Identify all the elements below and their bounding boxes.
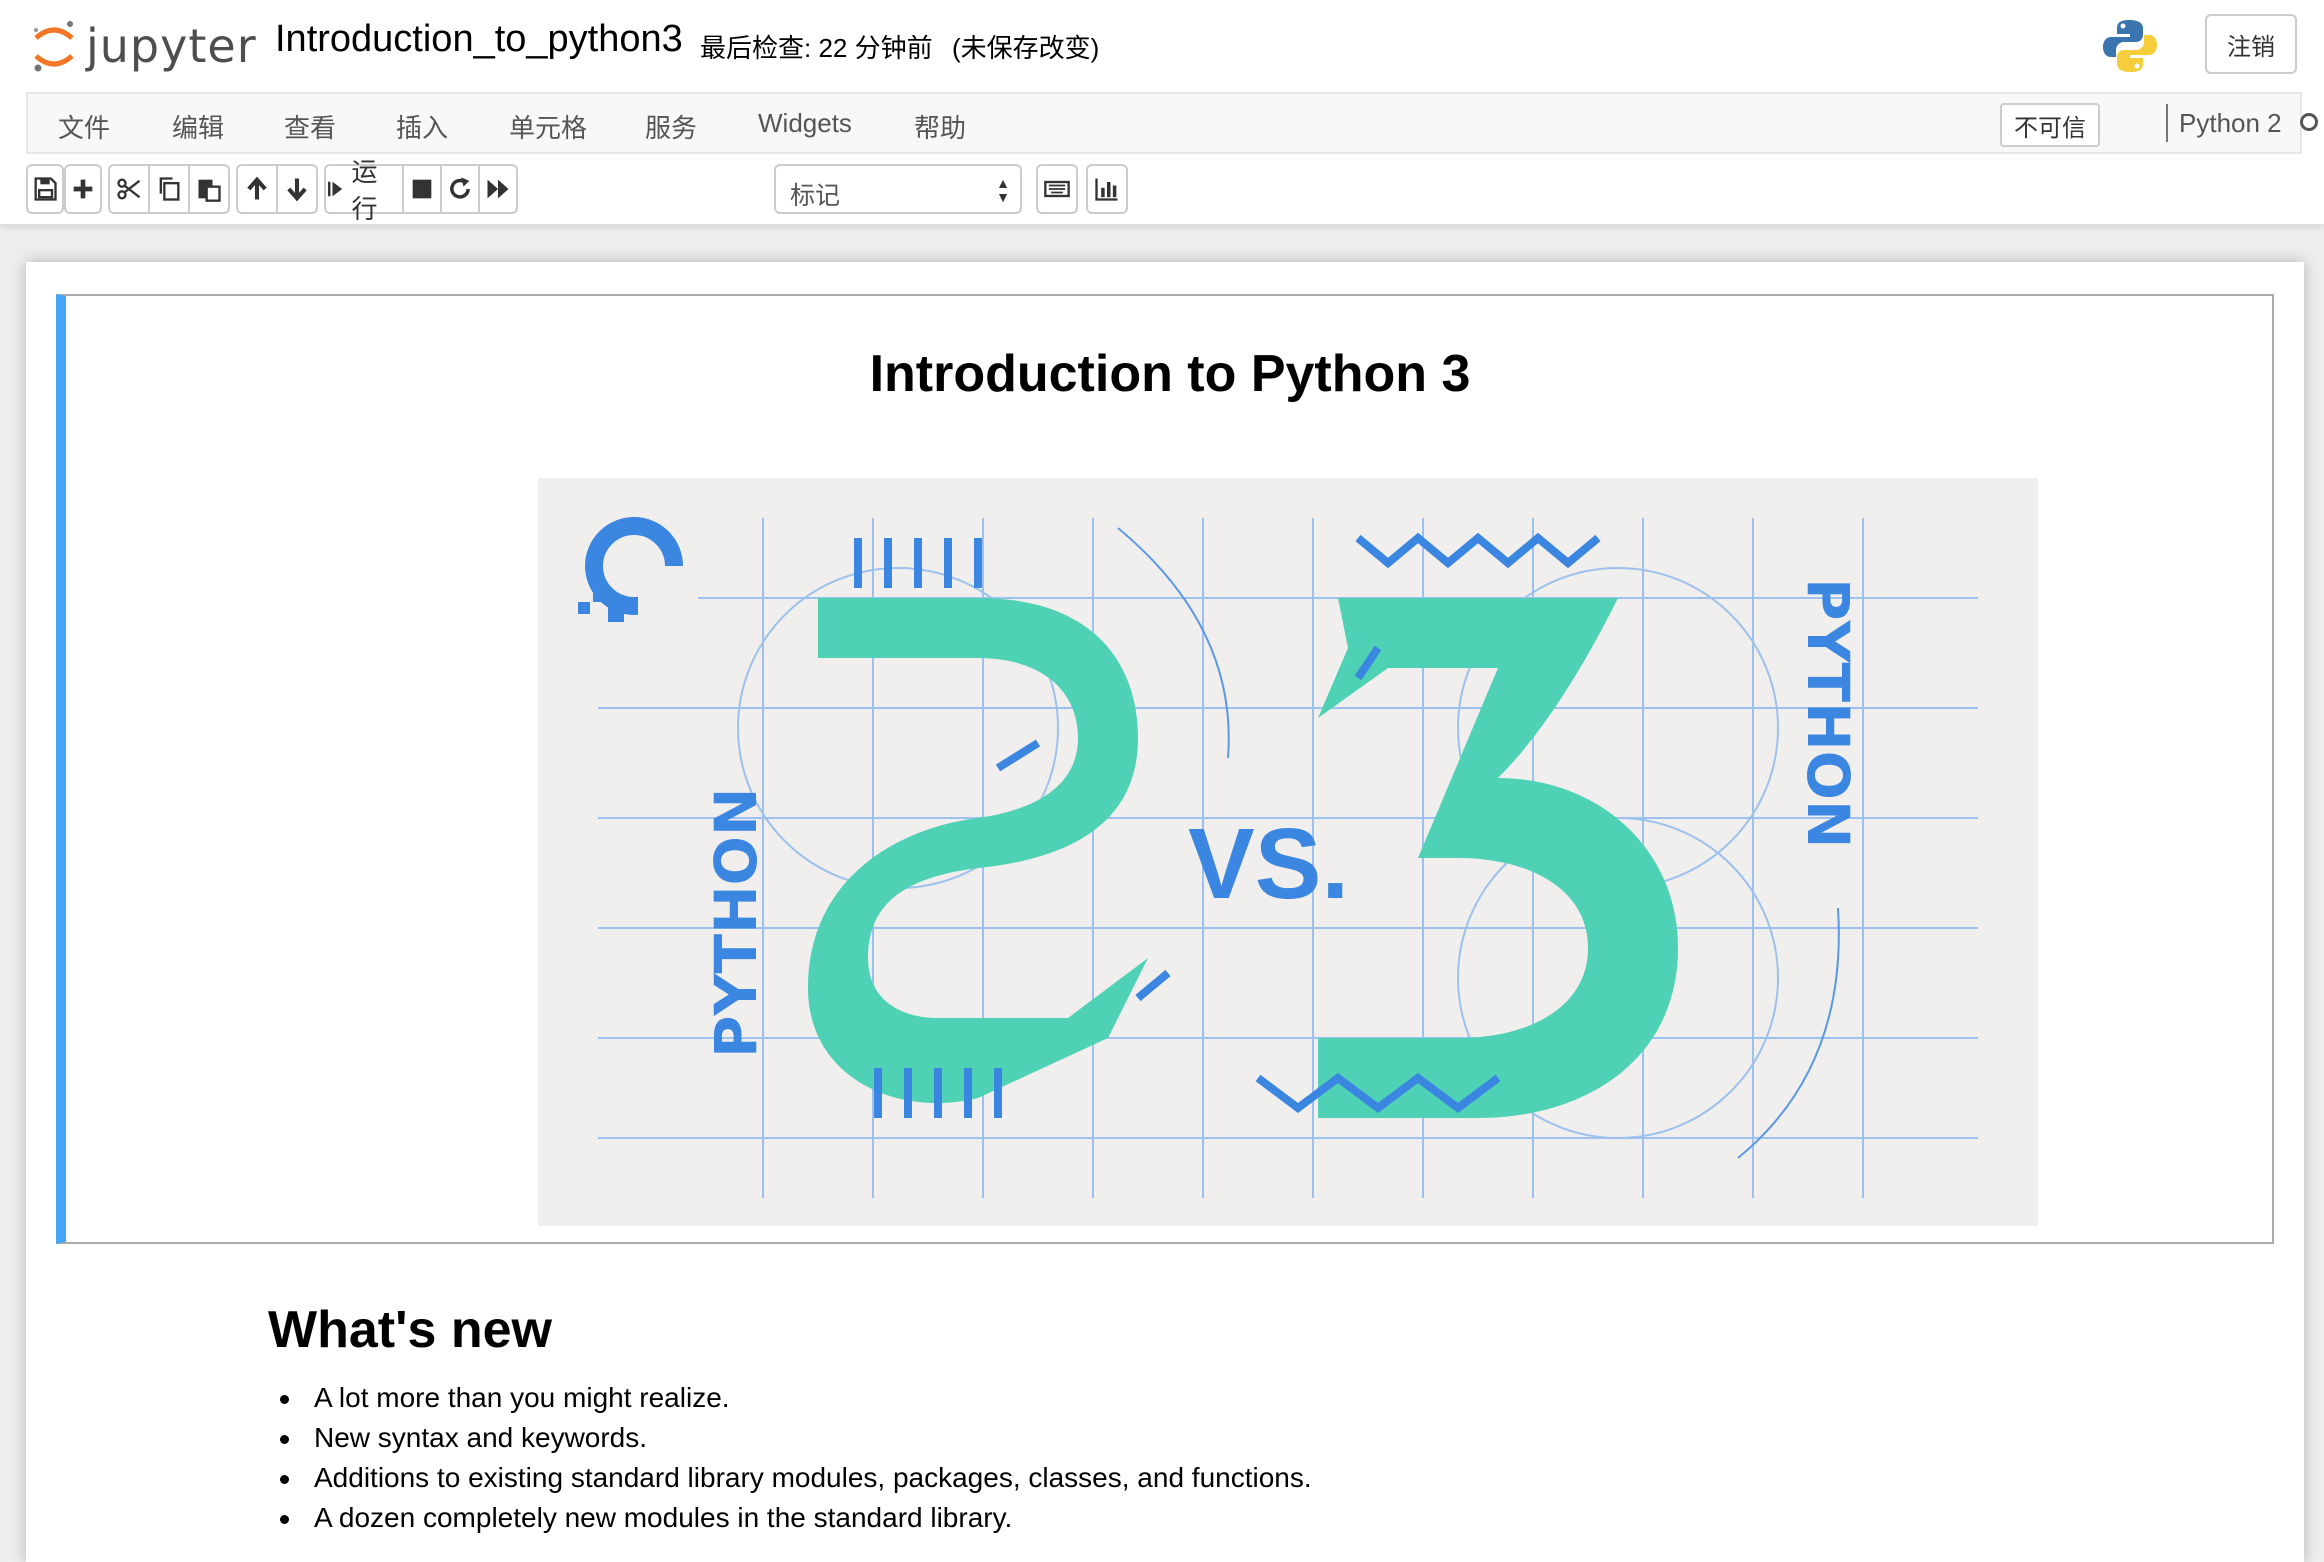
menu-widgets[interactable]: Widgets xyxy=(758,108,852,139)
menu-file[interactable]: 文件 xyxy=(58,108,110,145)
jupyter-logo-text: jupyter xyxy=(86,19,257,73)
arrow-up-icon xyxy=(247,176,267,200)
cut-button[interactable] xyxy=(108,164,150,214)
cell-type-select[interactable]: 标记 ▲ ▼ xyxy=(774,164,1022,214)
save-icon xyxy=(34,177,57,201)
step-forward-icon xyxy=(328,181,343,197)
plus-icon xyxy=(73,179,93,199)
move-up-button[interactable] xyxy=(236,164,278,214)
paste-button[interactable] xyxy=(188,164,230,214)
cut-icon xyxy=(117,178,141,200)
list-item: Additions to existing standard library m… xyxy=(280,1458,1312,1498)
kernel-name[interactable]: Python 2 xyxy=(2179,108,2282,139)
kernel-divider xyxy=(2166,104,2168,142)
cell-type-value: 标记 xyxy=(790,182,841,210)
logout-button[interactable]: 注销 xyxy=(2205,14,2297,74)
banner-left-word: PYTHON xyxy=(702,788,770,1058)
banner-left-digit: 2 xyxy=(938,841,949,863)
list-item: A dozen completely new modules in the st… xyxy=(280,1498,1312,1538)
save-button[interactable] xyxy=(26,164,64,214)
cell-title: Introduction to Python 3 xyxy=(869,345,1471,403)
python-logo-icon xyxy=(2103,20,2157,72)
select-arrows-icon: ▲ ▼ xyxy=(996,175,1010,205)
trust-indicator[interactable]: 不可信 xyxy=(2000,103,2100,147)
menu-view[interactable]: 查看 xyxy=(284,108,336,145)
toolbar: 运行 标记 ▲ ▼ xyxy=(26,157,1226,224)
copy-button[interactable] xyxy=(148,164,190,214)
bar-chart-icon xyxy=(1095,178,1118,201)
chart-button[interactable] xyxy=(1086,164,1128,214)
restart-run-all-button[interactable] xyxy=(478,164,518,214)
restart-icon xyxy=(450,177,470,199)
autosave-status: (未保存改变) xyxy=(952,33,1100,63)
stop-icon xyxy=(412,179,432,199)
command-palette-button[interactable] xyxy=(1036,164,1078,214)
move-down-button[interactable] xyxy=(276,164,318,214)
python-2-vs-3-banner: PYTHON VS. PYTHON 2 3 xyxy=(538,478,2038,1226)
menu-insert[interactable]: 插入 xyxy=(396,108,448,145)
checkpoint-status: 最后检查: 22 分钟前 xyxy=(700,33,933,63)
menu-edit[interactable]: 编辑 xyxy=(172,108,224,145)
run-button[interactable]: 运行 xyxy=(324,157,404,224)
paste-icon xyxy=(198,179,221,202)
banner-right-digit: 3 xyxy=(1518,841,1529,863)
notebook-container: Introduction to Python 3 PYTHON VS. PYTH… xyxy=(26,262,2304,1562)
notebook-name[interactable]: Introduction_to_python3 xyxy=(275,18,683,61)
menu-cell[interactable]: 单元格 xyxy=(509,108,587,145)
whats-new-list: A lot more than you might realize. New s… xyxy=(280,1378,1312,1538)
menu-help[interactable]: 帮助 xyxy=(914,108,966,145)
jupyter-logo-icon xyxy=(34,21,74,72)
keyboard-icon xyxy=(1044,180,1070,198)
fast-forward-icon xyxy=(487,179,509,199)
jupyter-logo[interactable]: jupyter xyxy=(30,16,257,76)
restart-button[interactable] xyxy=(440,164,480,214)
banner-right-word: PYTHON xyxy=(1794,578,1862,848)
notebook-header: jupyter Introduction_to_python3 最后检查: 22… xyxy=(0,0,2324,225)
kernel-status-icon xyxy=(2300,113,2318,131)
arrow-down-icon xyxy=(287,178,307,202)
section-heading: What's new xyxy=(268,1301,552,1359)
banner-illustration: PYTHON VS. PYTHON 2 3 xyxy=(538,478,2038,1226)
interrupt-button[interactable] xyxy=(402,164,442,214)
list-item: A lot more than you might realize. xyxy=(280,1378,1312,1418)
top-bar: jupyter Introduction_to_python3 最后检查: 22… xyxy=(0,0,2324,92)
menu-kernel[interactable]: 服务 xyxy=(645,108,697,145)
list-item: New syntax and keywords. xyxy=(280,1418,1312,1458)
markdown-cell-selected[interactable]: Introduction to Python 3 PYTHON VS. PYTH… xyxy=(56,294,2274,1244)
banner-vs-text: VS. xyxy=(1188,808,1349,920)
copy-icon xyxy=(159,177,180,201)
insert-cell-button[interactable] xyxy=(64,164,102,214)
run-label: 运行 xyxy=(351,157,378,224)
menubar: 文件 编辑 查看 插入 单元格 服务 Widgets 帮助 不可信 Python… xyxy=(26,92,2318,154)
